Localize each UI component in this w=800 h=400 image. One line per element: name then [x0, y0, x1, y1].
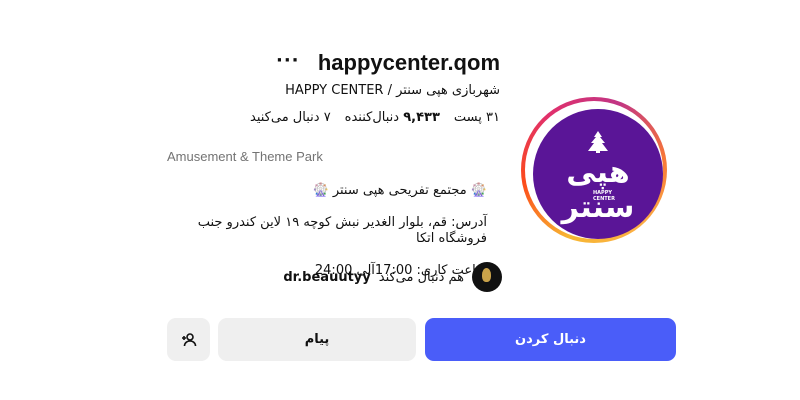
message-button[interactable]: پیام	[218, 318, 416, 361]
mutual-follower-avatar[interactable]	[472, 262, 502, 292]
mutual-prefix: هم دنبال می‌کند	[378, 269, 464, 285]
profile-username: happycenter.qom	[317, 50, 500, 75]
profile-avatar[interactable]: هپی سنتر HAPPY CENTER	[533, 109, 663, 239]
bio-line-title: 🎡 مجتمع تفریحی هپی سنتر 🎡	[312, 183, 487, 198]
followers-label: دنبال‌کننده	[344, 110, 400, 125]
profile-category: Amusement & Theme Park	[167, 149, 323, 164]
posts-count[interactable]: ۳۱ پست	[454, 110, 500, 125]
avatar-gap: هپی سنتر HAPPY CENTER	[525, 101, 663, 239]
avatar-logo-en: HAPPY CENTER	[593, 190, 615, 202]
follow-button[interactable]: دنبال کردن	[425, 318, 676, 361]
following-count[interactable]: ۷ دنبال می‌کنید	[250, 110, 331, 125]
more-options-icon[interactable]: ···	[276, 50, 300, 71]
mutual-followers[interactable]: هم دنبال می‌کند dr.beauutyy	[283, 262, 502, 292]
followers-number: ۹,۴۳۳	[403, 110, 440, 125]
mutual-username[interactable]: dr.beauutyy	[283, 270, 370, 285]
tree-logo-icon	[588, 131, 608, 153]
add-person-icon	[181, 332, 196, 346]
bio-line-address: آدرس: قم، بلوار الغدیر نبش کوچه ۱۹ لاین …	[197, 215, 487, 246]
profile-stats: ۳۱ پست ۹,۴۳۳ دنبال‌کننده ۷ دنبال می‌کنید	[250, 110, 500, 125]
followers-count[interactable]: ۹,۴۳۳ دنبال‌کننده	[345, 110, 440, 125]
suggested-accounts-button[interactable]	[167, 318, 210, 361]
avatar-logo-en-text: HAPPY CENTER	[593, 190, 615, 202]
profile-full-name: شهربازی هپی سنتر / HAPPY CENTER	[285, 83, 500, 98]
profile-avatar-ring[interactable]: هپی سنتر HAPPY CENTER	[521, 97, 667, 243]
